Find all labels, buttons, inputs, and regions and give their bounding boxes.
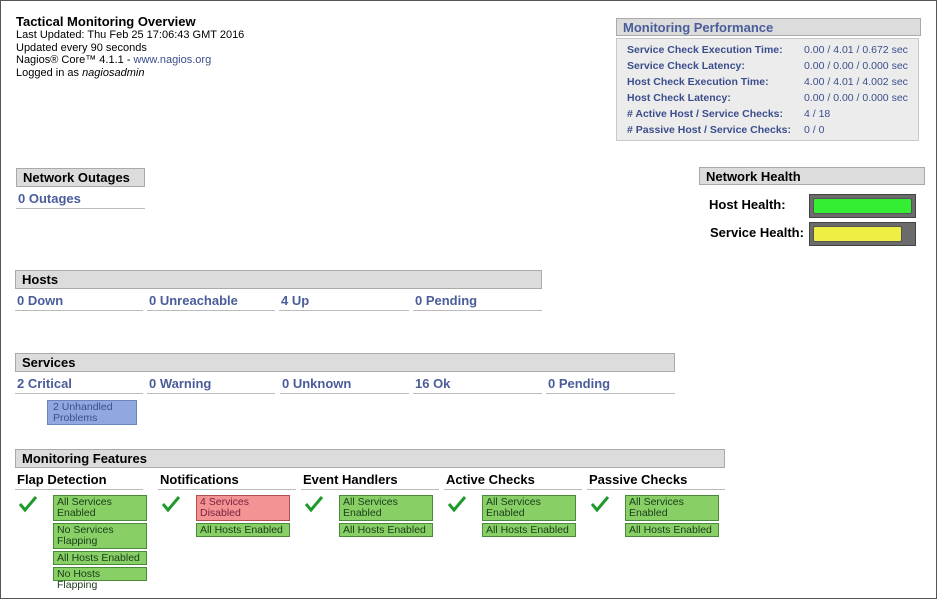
active-services-enabled[interactable]: All Services Enabled (482, 495, 576, 521)
check-icon (447, 496, 467, 513)
passive-services-enabled[interactable]: All Services Enabled (625, 495, 719, 521)
services-unknown[interactable]: 0 Unknown (280, 376, 409, 394)
perf-label[interactable]: Host Check Latency: (627, 92, 731, 104)
event-services-enabled[interactable]: All Services Enabled (339, 495, 433, 521)
hosts-up[interactable]: 4 Up (279, 293, 409, 311)
perf-label[interactable]: Service Check Latency: (627, 60, 745, 72)
check-icon (590, 496, 610, 513)
services-ok[interactable]: 16 Ok (413, 376, 542, 394)
core-version: Nagios® Core™ 4.1.1 - www.nagios.org (16, 54, 244, 67)
notifications-header[interactable]: Notifications (158, 472, 296, 490)
page-title: Tactical Monitoring Overview (16, 14, 196, 29)
perf-value[interactable]: 0 / 0 (804, 124, 824, 136)
notifications-services-disabled[interactable]: 4 Services Disabled (196, 495, 290, 521)
perf-value[interactable]: 0.00 / 4.01 / 0.672 sec (804, 44, 908, 56)
hosts-header: Hosts (15, 270, 542, 289)
header-info: Tactical Monitoring Overview Last Update… (16, 14, 244, 79)
notifications-hosts-enabled[interactable]: All Hosts Enabled (196, 523, 290, 537)
update-interval: Updated every 90 seconds (16, 41, 147, 54)
flap-detection-header[interactable]: Flap Detection (15, 472, 143, 490)
username: nagiosadmin (82, 66, 145, 79)
event-hosts-enabled[interactable]: All Hosts Enabled (339, 523, 433, 537)
services-warning[interactable]: 0 Warning (147, 376, 275, 394)
perf-label[interactable]: Host Check Execution Time: (627, 76, 769, 88)
logged-in: Logged in as nagiosadmin (16, 67, 244, 80)
unhandled-problems-link[interactable]: 2 Unhandled Problems (47, 400, 137, 425)
hosts-pending[interactable]: 0 Pending (413, 293, 542, 311)
perf-value[interactable]: 0.00 / 0.00 / 0.000 sec (804, 60, 908, 72)
hosts-down[interactable]: 0 Down (15, 293, 143, 311)
features-header: Monitoring Features (15, 449, 725, 468)
perf-value[interactable]: 4.00 / 4.01 / 4.002 sec (804, 76, 908, 88)
services-header: Services (15, 353, 675, 372)
event-handlers-header[interactable]: Event Handlers (301, 472, 439, 490)
perf-value[interactable]: 0.00 / 0.00 / 0.000 sec (804, 92, 908, 104)
perf-label[interactable]: # Active Host / Service Checks: (627, 108, 783, 120)
performance-panel: Service Check Execution Time: 0.00 / 4.01… (616, 38, 919, 141)
performance-title[interactable]: Monitoring Performance (616, 18, 921, 36)
last-updated: Last Updated: Thu Feb 25 17:06:43 GMT 20… (16, 29, 245, 41)
host-health-fill (813, 198, 912, 214)
service-health-label: Service Health: (710, 225, 804, 240)
perf-label[interactable]: # Passive Host / Service Checks: (627, 124, 791, 136)
check-icon (18, 496, 38, 513)
core-version-text: Nagios® Core™ 4.1.1 - (16, 54, 134, 66)
nagios-link[interactable]: www.nagios.org (134, 54, 212, 66)
logged-in-text: Logged in as (16, 66, 83, 79)
outages-header: Network Outages (16, 168, 145, 187)
perf-value[interactable]: 4 / 18 (804, 108, 830, 120)
network-health-header: Network Health (699, 167, 925, 185)
host-health-label: Host Health: (709, 197, 786, 212)
perf-label[interactable]: Service Check Execution Time: (627, 44, 783, 56)
flap-no-hosts-flapping[interactable]: No Hosts Flapping (53, 567, 147, 591)
services-pending[interactable]: 0 Pending (546, 376, 675, 394)
flap-services-enabled[interactable]: All Services Enabled (53, 495, 147, 521)
active-checks-header[interactable]: Active Checks (444, 472, 582, 490)
flap-hosts-enabled[interactable]: All Hosts Enabled (53, 551, 147, 565)
passive-hosts-enabled[interactable]: All Hosts Enabled (625, 523, 719, 537)
check-icon (304, 496, 324, 513)
active-hosts-enabled[interactable]: All Hosts Enabled (482, 523, 576, 537)
service-health-bar (809, 222, 916, 246)
service-health-fill (813, 226, 903, 242)
host-health-bar (809, 194, 916, 218)
flap-no-services-flapping[interactable]: No Services Flapping (53, 523, 147, 549)
services-critical[interactable]: 2 Critical (15, 376, 143, 394)
outages-link[interactable]: 0 Outages (16, 191, 145, 209)
passive-checks-header[interactable]: Passive Checks (587, 472, 725, 490)
check-icon (161, 496, 181, 513)
hosts-unreachable[interactable]: 0 Unreachable (147, 293, 275, 311)
